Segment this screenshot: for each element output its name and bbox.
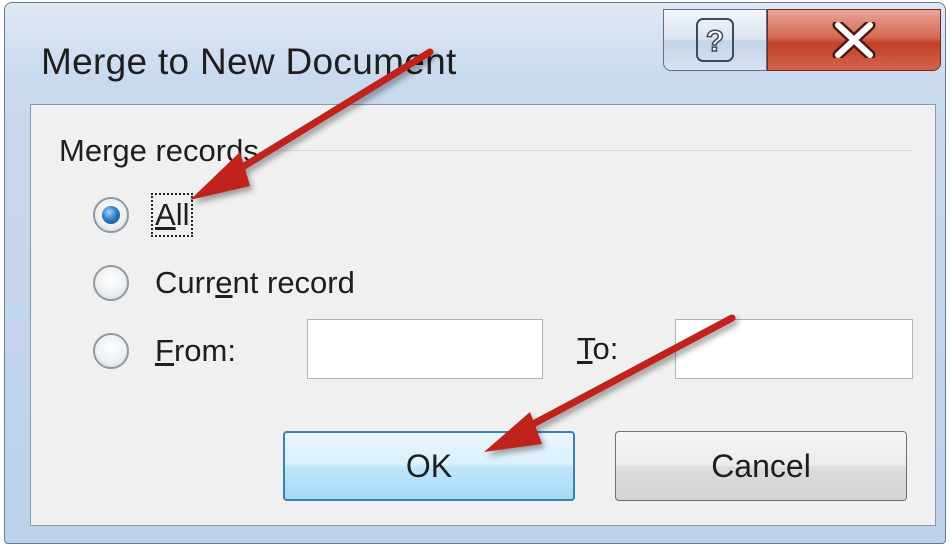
dialog-title: Merge to New Document	[41, 41, 457, 82]
radio-from-label[interactable]: From:	[155, 333, 236, 369]
cancel-button[interactable]: Cancel	[615, 431, 907, 501]
svg-text:?: ?	[706, 25, 724, 58]
radio-current-record[interactable]	[93, 265, 129, 301]
caption-buttons: ?	[663, 9, 941, 73]
ok-button[interactable]: OK	[283, 431, 575, 501]
radio-from-row[interactable]: From:	[93, 333, 236, 369]
radio-current-record-row[interactable]: Current record	[93, 265, 355, 301]
question-mark-icon: ?	[696, 18, 734, 62]
dialog-client-area: Merge records All Current record From: T…	[30, 104, 936, 526]
close-x-icon	[832, 22, 876, 58]
help-button[interactable]: ?	[663, 9, 767, 71]
radio-all-label[interactable]: All	[150, 193, 194, 237]
radio-all[interactable]	[93, 197, 129, 233]
merge-records-group-label: Merge records	[59, 133, 267, 169]
close-button[interactable]	[767, 9, 941, 71]
from-field[interactable]	[307, 319, 543, 379]
radio-current-record-label[interactable]: Current record	[155, 265, 355, 301]
radio-from[interactable]	[93, 333, 129, 369]
to-field[interactable]	[675, 319, 913, 379]
radio-all-row[interactable]: All	[93, 193, 194, 237]
to-label: To:	[577, 331, 619, 366]
